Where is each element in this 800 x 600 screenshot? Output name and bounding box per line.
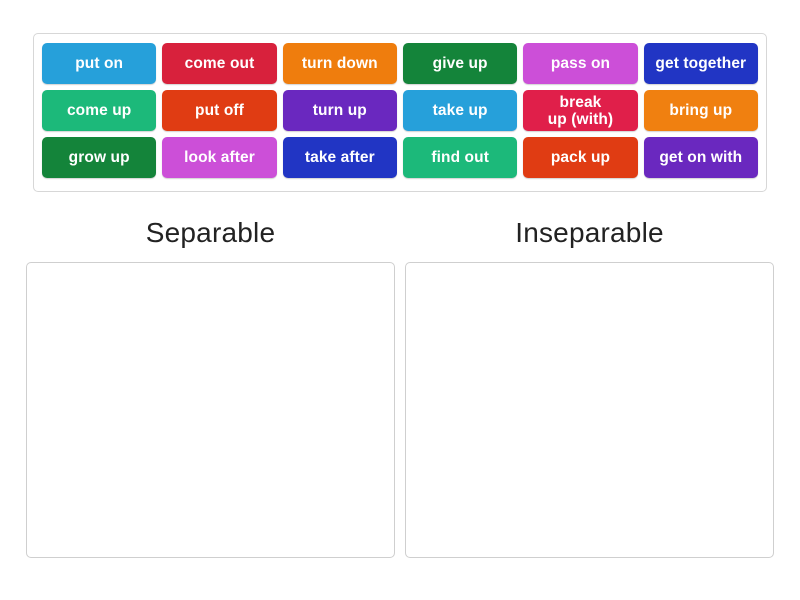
word-tile[interactable]: get on with	[643, 137, 758, 178]
category-headings: Separable Inseparable	[26, 212, 774, 254]
tile-row: come up put off turn up take up break up…	[39, 87, 761, 134]
word-tile[interactable]: pass on	[523, 43, 638, 84]
word-tile[interactable]: grow up	[42, 137, 157, 178]
word-tile[interactable]: look after	[162, 137, 277, 178]
word-tile[interactable]: bring up	[643, 90, 758, 131]
word-tile[interactable]: turn down	[282, 43, 397, 84]
drop-zone-inseparable[interactable]	[405, 262, 774, 558]
word-tile[interactable]: find out	[402, 137, 518, 178]
category-heading-inseparable: Inseparable	[515, 217, 664, 248]
word-tile[interactable]: take after	[282, 137, 397, 178]
activity-stage: put on come out turn down give up pass o…	[0, 0, 800, 600]
category-drop-zones	[26, 262, 774, 558]
tile-row: put on come out turn down give up pass o…	[39, 40, 761, 87]
drop-zone-separable[interactable]	[26, 262, 395, 558]
word-tile[interactable]: break up (with)	[523, 90, 638, 131]
word-tile[interactable]: come up	[42, 90, 157, 131]
word-tile[interactable]: get together	[643, 43, 758, 84]
word-tile-tray: put on come out turn down give up pass o…	[33, 33, 767, 192]
word-tile[interactable]: turn up	[282, 90, 397, 131]
word-tile[interactable]: put off	[162, 90, 277, 131]
word-tile[interactable]: put on	[42, 43, 157, 84]
word-tile[interactable]: take up	[402, 90, 518, 131]
word-tile[interactable]: give up	[402, 43, 518, 84]
word-tile[interactable]: pack up	[523, 137, 638, 178]
category-heading-separable: Separable	[145, 217, 276, 248]
word-tile[interactable]: come out	[162, 43, 277, 84]
tile-row: grow up look after take after find out p…	[39, 134, 761, 181]
